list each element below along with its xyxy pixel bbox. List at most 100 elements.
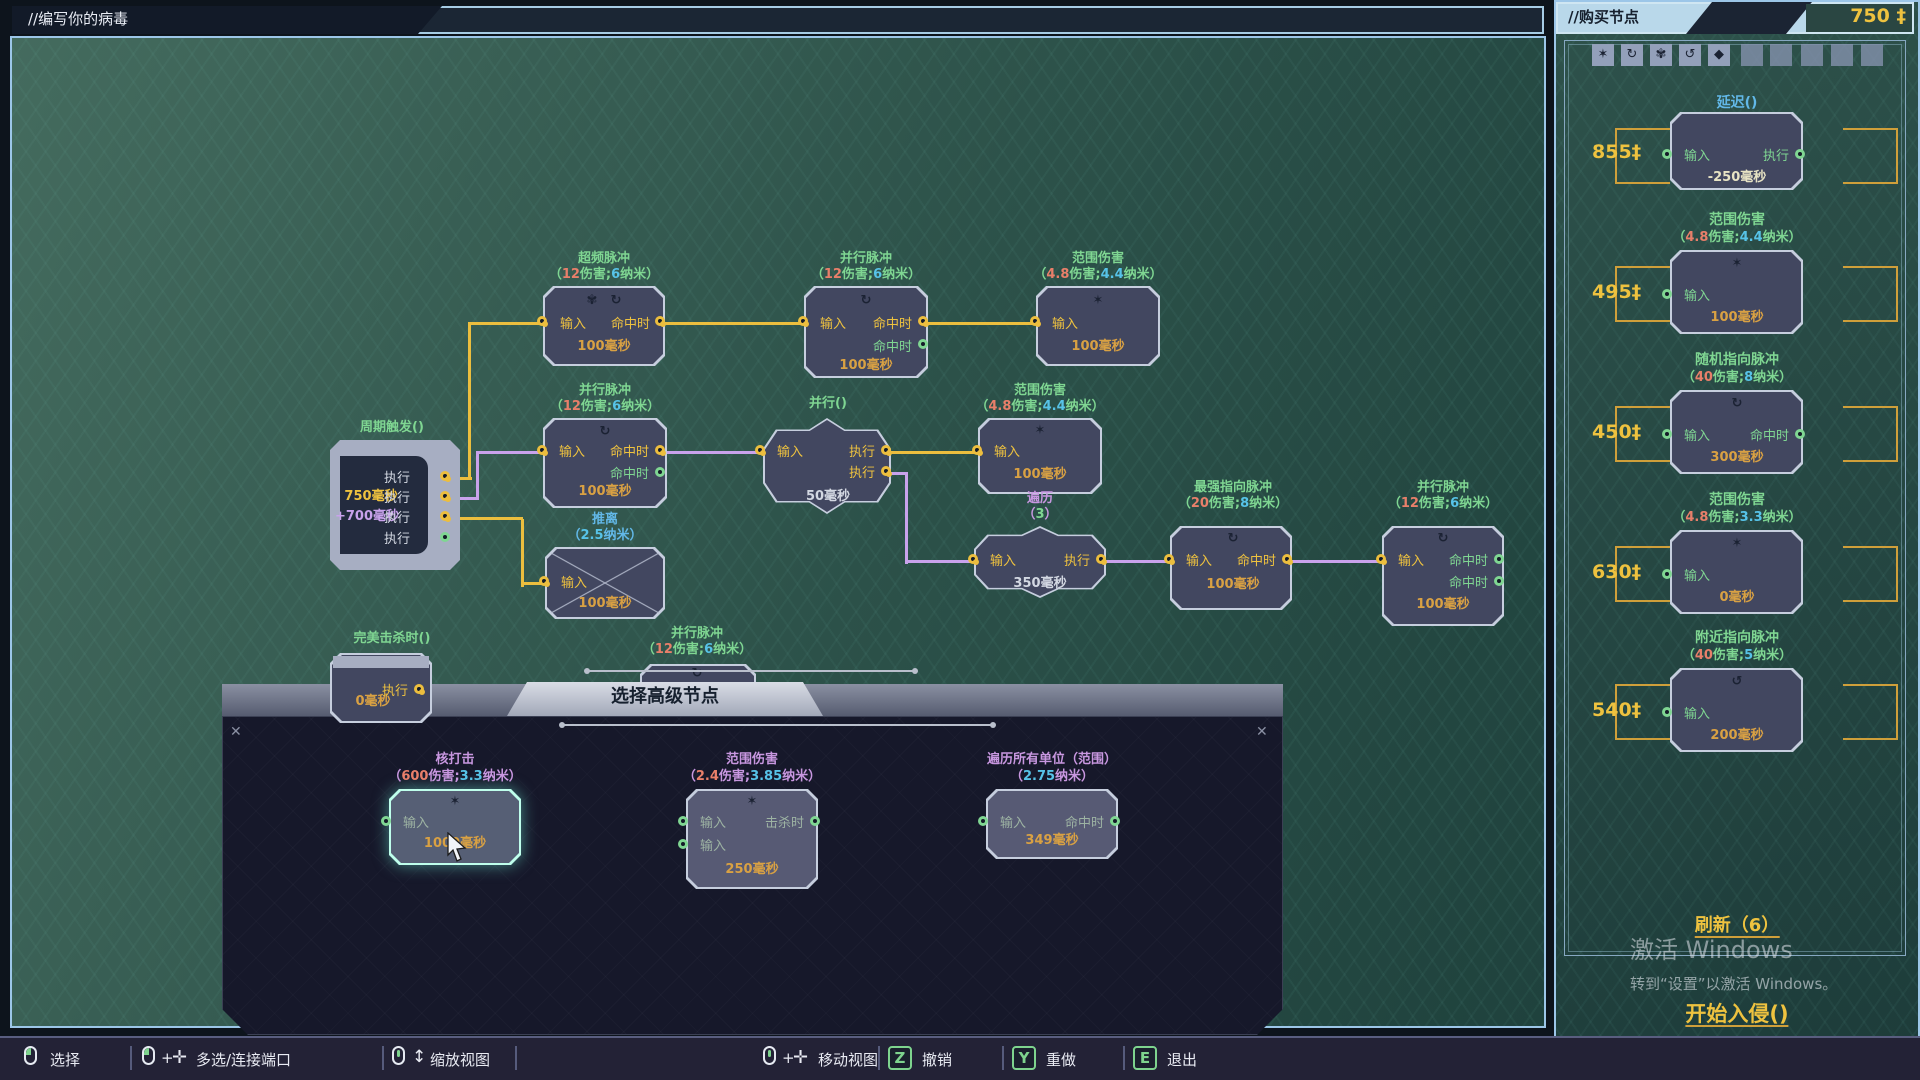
port-onhit-open[interactable] (655, 467, 665, 477)
hint-zoom: 缩放视图 (430, 1049, 490, 1070)
port-input[interactable] (1030, 316, 1040, 326)
shop-item-stats: （40伤害;8纳米） (1682, 370, 1792, 386)
shop-item-title: 范围伤害 (1709, 492, 1765, 508)
port-onhit[interactable] (918, 316, 928, 326)
filter-empty-slot[interactable] (1741, 44, 1763, 66)
port-input-open[interactable] (1662, 149, 1672, 159)
wire (471, 322, 547, 325)
port-label-exec: 执行 (384, 532, 410, 548)
node-title: 范围伤害 (1072, 251, 1124, 267)
filter-refresh-icon[interactable]: ↻ (1621, 44, 1643, 66)
wire (889, 451, 980, 454)
node-count: （3） (1022, 507, 1057, 523)
port-execute-open[interactable] (440, 532, 450, 542)
port-onkill-open[interactable] (810, 816, 820, 826)
filter-burst-icon[interactable]: ✶ (1592, 44, 1614, 66)
port-execute[interactable] (440, 471, 450, 481)
port-execute[interactable] (881, 445, 891, 455)
node-title: 并行() (809, 396, 847, 412)
windows-watermark-subtitle: 转到“设置”以激活 Windows。 (1630, 976, 1837, 992)
filter-empty-slot[interactable] (1801, 44, 1823, 66)
shop-item-duration: -250毫秒 (1708, 170, 1767, 186)
port-input-open[interactable] (1662, 707, 1672, 717)
shop-item-stats: （4.8伤害;4.4纳米） (1672, 230, 1801, 246)
port-input[interactable] (537, 445, 547, 455)
port-input-open[interactable] (678, 816, 688, 826)
mouse-wheel-icon (392, 1046, 405, 1065)
shop-item-duration: 300毫秒 (1710, 450, 1763, 466)
mouse-cursor (446, 832, 470, 864)
port-onhit[interactable] (1282, 554, 1292, 564)
port-input[interactable] (537, 316, 547, 326)
move-cross-icon: ✛ (172, 1047, 187, 1068)
burst-icon: ✶ (1732, 256, 1743, 271)
port-label-in: 输入 (1398, 554, 1424, 570)
filter-claw-icon[interactable]: ✾ (1650, 44, 1672, 66)
panel-header: 选择高级节点 (611, 689, 719, 705)
updown-arrow-icon: ↕ (412, 1047, 426, 1067)
node-duration: 100毫秒 (578, 596, 631, 612)
port-label-out: 命中时 (1237, 554, 1276, 570)
port-onhit-open[interactable] (1494, 554, 1504, 564)
port-label-in: 输入 (1684, 429, 1710, 445)
shop-item-title: 随机指向脉冲 (1695, 352, 1779, 368)
port-onhit-open[interactable] (1795, 429, 1805, 439)
wire (663, 322, 806, 325)
filter-empty-slot[interactable] (1770, 44, 1792, 66)
port-input-open[interactable] (1662, 569, 1672, 579)
node-title: 并行脉冲 (579, 383, 631, 399)
port-onhit-open[interactable] (1494, 576, 1504, 586)
port-onhit-open[interactable] (1110, 816, 1120, 826)
adv-node-stats: （2.75纳米） (1010, 769, 1094, 785)
port-label-out: 命中时 (611, 317, 650, 333)
port-label-in: 输入 (994, 445, 1020, 461)
port-execute[interactable] (881, 466, 891, 476)
port-input-open[interactable] (381, 816, 391, 826)
hint-divider (878, 1046, 880, 1070)
key-e: E (1133, 1046, 1157, 1070)
port-label-in: 输入 (1000, 816, 1026, 832)
hint-divider (382, 1046, 384, 1070)
shop-title: //购买节点 (1568, 9, 1639, 25)
rotate-icon: ↻ (692, 666, 703, 681)
port-input[interactable] (539, 576, 549, 586)
wire (905, 560, 976, 563)
filter-diamond-icon[interactable]: ◆ (1708, 44, 1730, 66)
port-input[interactable] (798, 316, 808, 326)
port-onhit-open[interactable] (918, 339, 928, 349)
shop-item-price: 495‡ (1592, 284, 1641, 300)
filter-empty-slot[interactable] (1861, 44, 1883, 66)
node-title: 超频脉冲 (578, 251, 630, 267)
port-input-open[interactable] (978, 816, 988, 826)
shop-item-duration: 100毫秒 (1710, 310, 1763, 326)
filter-empty-slot[interactable] (1831, 44, 1853, 66)
start-intrusion-button[interactable]: 开始入侵() (1685, 1006, 1788, 1027)
filter-rotate-icon[interactable]: ↺ (1679, 44, 1701, 66)
port-input-open[interactable] (1662, 429, 1672, 439)
port-execute-open[interactable] (1795, 149, 1805, 159)
port-input[interactable] (968, 554, 978, 564)
refresh-button[interactable]: 刷新（6） (1695, 918, 1780, 938)
port-input[interactable] (1164, 554, 1174, 564)
port-input[interactable] (972, 445, 982, 455)
port-input-open[interactable] (678, 839, 688, 849)
node-title: 遍历 (1027, 491, 1053, 507)
node-title: 并行脉冲 (840, 251, 892, 267)
port-input[interactable] (755, 445, 765, 455)
shop-item-price: 540‡ (1592, 702, 1641, 718)
port-execute[interactable] (440, 511, 450, 521)
port-execute[interactable] (414, 684, 424, 694)
port-input[interactable] (1376, 554, 1386, 564)
port-execute[interactable] (1096, 554, 1106, 564)
port-label-exec: 执行 (384, 491, 410, 507)
wire (1104, 560, 1172, 563)
port-execute[interactable] (440, 491, 450, 501)
node-duration: 100毫秒 (839, 358, 892, 374)
port-input-open[interactable] (1662, 289, 1672, 299)
port-label-in: 输入 (1684, 569, 1710, 585)
port-onhit[interactable] (655, 445, 665, 455)
port-label-in: 输入 (1684, 707, 1710, 723)
port-onhit[interactable] (655, 316, 665, 326)
shop-item-title: 延迟() (1717, 95, 1758, 111)
port-label-out: 命中时 (873, 317, 912, 333)
